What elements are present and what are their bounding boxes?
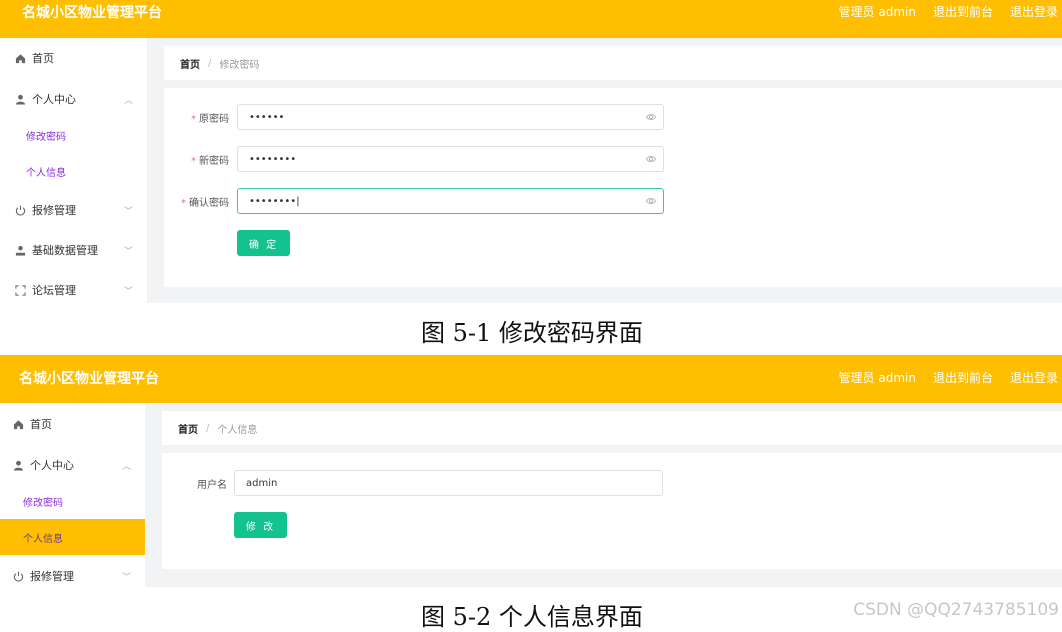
modify-button[interactable]: 修 改 — [234, 512, 287, 538]
chevron-up-icon: ︿ — [121, 461, 131, 472]
figure-caption-1: 图 5-1 修改密码界面 — [421, 319, 643, 347]
sidebar-item-label: 报修管理 — [32, 204, 76, 217]
confirm-password-input[interactable]: •••••••• | — [237, 188, 664, 214]
breadcrumb-current: 个人信息 — [217, 424, 258, 436]
top-nav: 管理员 admin 退出到前台 退出登录 — [839, 369, 1058, 386]
confirm-password-label: * 确认密码 — [181, 198, 229, 209]
breadcrumb-current: 修改密码 — [219, 59, 260, 71]
exit-to-front-link[interactable]: 退出到前台 — [933, 369, 993, 386]
sidebar-subitem-personal-info[interactable]: 个人信息 — [0, 153, 147, 189]
sidebar-item-label: 个人中心 — [30, 459, 74, 472]
logout-link[interactable]: 退出登录 — [1010, 3, 1058, 20]
watermark: CSDN @QQ2743785109 — [853, 600, 1059, 620]
sidebar-item-label: 首页 — [30, 418, 52, 431]
home-icon — [14, 52, 26, 64]
admin-user-link[interactable]: 管理员 admin — [839, 3, 916, 20]
sidebar-item-label: 论坛管理 — [32, 284, 76, 297]
breadcrumb-separator: / — [206, 422, 210, 434]
chevron-down-icon: ﹀ — [123, 206, 133, 217]
app-title: 名城小区物业管理平台 — [19, 371, 159, 387]
new-password-input[interactable]: •••••••• — [237, 146, 664, 172]
chevron-up-icon: ︿ — [123, 95, 133, 106]
sidebar-item-repair[interactable]: 报修管理 ﹀ — [0, 192, 147, 228]
top-bar: 名城小区物业管理平台 管理员 admin 退出到前台 退出登录 — [0, 355, 1062, 403]
user-stamp-icon — [14, 244, 26, 256]
breadcrumb-home[interactable]: 首页 — [180, 56, 200, 71]
sidebar-item-personal-center[interactable]: 个人中心 ︿ — [0, 81, 147, 117]
old-password-input[interactable]: •••••• — [237, 104, 664, 130]
new-password-label: * 新密码 — [191, 156, 229, 167]
sidebar: 首页 个人中心 ︿ 修改密码 个人信息 报修管理 ﹀ — [0, 403, 145, 587]
chevron-down-icon: ﹀ — [123, 246, 133, 257]
breadcrumb-home[interactable]: 首页 — [178, 421, 198, 436]
home-icon — [12, 418, 24, 430]
sidebar-item-forum[interactable]: 论坛管理 ﹀ — [0, 272, 147, 303]
old-password-label: * 原密码 — [191, 114, 229, 125]
power-icon — [12, 570, 24, 582]
chevron-down-icon: ﹀ — [123, 286, 133, 297]
sidebar-subitem-personal-info[interactable]: 个人信息 — [0, 519, 145, 555]
chevron-down-icon: ﹀ — [121, 572, 131, 583]
exit-to-front-link[interactable]: 退出到前台 — [933, 3, 993, 20]
sidebar-item-home[interactable]: 首页 — [0, 40, 147, 76]
admin-user-link[interactable]: 管理员 admin — [839, 369, 916, 386]
sidebar-item-label: 基础数据管理 — [32, 244, 98, 257]
text-cursor: | — [296, 195, 300, 207]
change-password-screenshot: 名城小区物业管理平台 管理员 admin 退出到前台 退出登录 首页 个人中心 … — [0, 0, 1062, 303]
sidebar-item-personal-center[interactable]: 个人中心 ︿ — [0, 447, 145, 483]
sidebar-item-label: 个人中心 — [32, 93, 76, 106]
username-label: 用户名 — [197, 480, 227, 491]
sidebar-item-home[interactable]: 首页 — [0, 406, 145, 442]
figure-caption-2: 图 5-2 个人信息界面 — [421, 603, 643, 631]
sidebar: 首页 个人中心 ︿ 修改密码 个人信息 报修管理 ﹀ 基础数据管理 ﹀ 论坛管理… — [0, 38, 147, 303]
breadcrumb: 首页 / 修改密码 — [164, 46, 1062, 80]
eye-icon[interactable] — [646, 112, 656, 122]
sidebar-item-basic-data[interactable]: 基础数据管理 ﹀ — [0, 232, 147, 268]
eye-icon[interactable] — [646, 154, 656, 164]
breadcrumb-separator: / — [208, 57, 212, 69]
user-icon — [12, 459, 24, 471]
username-input[interactable]: admin — [234, 470, 663, 496]
logout-link[interactable]: 退出登录 — [1010, 369, 1058, 386]
personal-info-screenshot: 名城小区物业管理平台 管理员 admin 退出到前台 退出登录 首页 个人中心 … — [0, 355, 1062, 587]
sidebar-subitem-change-password[interactable]: 修改密码 — [0, 117, 147, 153]
sidebar-item-label: 首页 — [32, 52, 54, 65]
top-nav: 管理员 admin 退出到前台 退出登录 — [839, 3, 1058, 20]
sidebar-item-label: 报修管理 — [30, 570, 74, 583]
app-title: 名城小区物业管理平台 — [22, 5, 162, 21]
user-icon — [14, 93, 26, 105]
breadcrumb: 首页 / 个人信息 — [162, 411, 1062, 445]
power-icon — [14, 204, 26, 216]
confirm-button[interactable]: 确 定 — [237, 230, 290, 256]
top-bar: 名城小区物业管理平台 管理员 admin 退出到前台 退出登录 — [0, 0, 1062, 38]
fullscreen-icon — [14, 284, 26, 296]
eye-icon[interactable] — [646, 196, 656, 206]
sidebar-subitem-change-password[interactable]: 修改密码 — [0, 483, 145, 519]
sidebar-item-repair[interactable]: 报修管理 ﹀ — [0, 558, 145, 587]
